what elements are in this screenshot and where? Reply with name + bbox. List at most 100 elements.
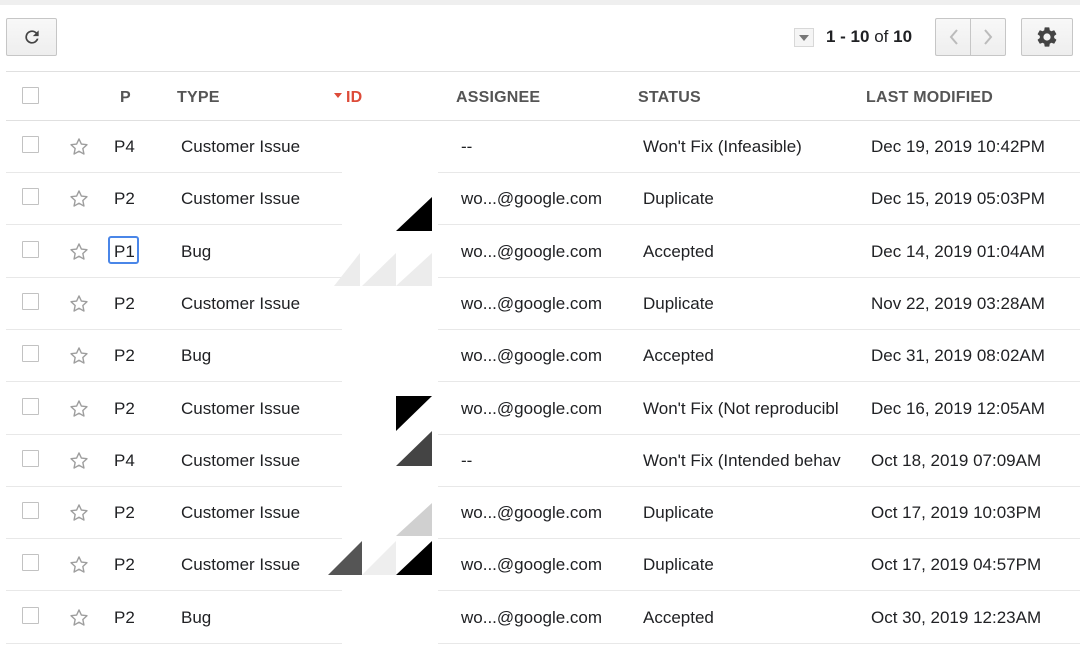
row-checkbox[interactable]: [22, 554, 39, 572]
status-cell[interactable]: Duplicate: [643, 189, 855, 209]
type-cell[interactable]: Bug: [181, 346, 211, 366]
caret-down-icon: [799, 34, 809, 41]
assignee-cell[interactable]: wo...@google.com: [461, 294, 602, 314]
priority-cell[interactable]: P2: [114, 346, 135, 366]
status-cell[interactable]: Won't Fix (Not reproducibl: [643, 399, 855, 419]
column-header-priority[interactable]: P: [120, 89, 131, 107]
status-cell[interactable]: Accepted: [643, 242, 855, 262]
star-icon[interactable]: [68, 188, 90, 210]
table-row[interactable]: P2 Bug wo...@google.com Accepted Dec 31, 201…: [6, 330, 1080, 383]
priority-cell[interactable]: P2: [114, 555, 135, 575]
page-size-dropdown[interactable]: [794, 28, 814, 47]
assignee-cell[interactable]: --: [461, 137, 472, 157]
column-header-last-modified[interactable]: LAST MODIFIED: [866, 89, 993, 107]
column-header-type[interactable]: TYPE: [177, 89, 220, 107]
assignee-cell[interactable]: wo...@google.com: [461, 608, 602, 628]
star-icon[interactable]: [68, 136, 90, 158]
star-icon[interactable]: [68, 450, 90, 472]
refresh-button[interactable]: [6, 18, 57, 56]
table-header: P TYPE ID ASSIGNEE STATUS LAST MODIFIED: [6, 71, 1080, 121]
row-checkbox[interactable]: [22, 606, 39, 624]
type-cell[interactable]: Customer Issue: [181, 399, 300, 419]
assignee-cell[interactable]: wo...@google.com: [461, 242, 602, 262]
redaction-overlay: [328, 121, 438, 645]
status-cell[interactable]: Duplicate: [643, 294, 855, 314]
status-cell[interactable]: Duplicate: [643, 555, 855, 575]
assignee-cell[interactable]: wo...@google.com: [461, 189, 602, 209]
table-row[interactable]: P4 Customer Issue -- Won't Fix (Infeasible)…: [6, 121, 1080, 173]
priority-cell[interactable]: P4: [114, 137, 135, 157]
status-cell[interactable]: Accepted: [643, 608, 855, 628]
last-modified-cell[interactable]: Oct 30, 2019 12:23AM: [871, 608, 1041, 628]
row-checkbox[interactable]: [22, 397, 39, 415]
table-row[interactable]: P2 Customer Issue wo...@google.com Duplicat…: [6, 487, 1080, 540]
gear-icon: [1037, 27, 1057, 47]
row-checkbox[interactable]: [22, 449, 39, 467]
star-icon[interactable]: [68, 502, 90, 524]
table-row[interactable]: P2 Customer Issue wo...@google.com Duplicat…: [6, 173, 1080, 226]
last-modified-cell[interactable]: Dec 14, 2019 01:04AM: [871, 242, 1045, 262]
priority-cell[interactable]: P4: [114, 451, 135, 471]
column-header-id-label: ID: [346, 89, 363, 106]
star-icon[interactable]: [68, 554, 90, 576]
last-modified-cell[interactable]: Dec 15, 2019 05:03PM: [871, 189, 1045, 209]
last-modified-cell[interactable]: Oct 17, 2019 10:03PM: [871, 503, 1041, 523]
table-row[interactable]: P2 Customer Issue wo...@google.com Duplicat…: [6, 278, 1080, 330]
status-cell[interactable]: Duplicate: [643, 503, 855, 523]
star-icon[interactable]: [68, 241, 90, 263]
type-cell[interactable]: Bug: [181, 608, 211, 628]
status-cell[interactable]: Won't Fix (Infeasible): [643, 137, 855, 157]
table-row[interactable]: P1 Bug wo...@google.com Accepted Dec 14, 201…: [6, 226, 1080, 278]
priority-cell[interactable]: P1: [114, 242, 135, 262]
assignee-cell[interactable]: wo...@google.com: [461, 503, 602, 523]
previous-page-button[interactable]: [935, 18, 971, 56]
priority-cell[interactable]: P2: [114, 503, 135, 523]
star-icon[interactable]: [68, 607, 90, 629]
last-modified-cell[interactable]: Oct 18, 2019 07:09AM: [871, 451, 1041, 471]
assignee-cell[interactable]: wo...@google.com: [461, 555, 602, 575]
priority-cell[interactable]: P2: [114, 189, 135, 209]
status-cell[interactable]: Won't Fix (Intended behav: [643, 451, 855, 471]
settings-button[interactable]: [1021, 18, 1073, 56]
assignee-cell[interactable]: --: [461, 451, 472, 471]
row-checkbox[interactable]: [22, 136, 39, 153]
row-checkbox[interactable]: [22, 188, 39, 206]
last-modified-cell[interactable]: Dec 31, 2019 08:02AM: [871, 346, 1045, 366]
row-checkbox[interactable]: [22, 345, 39, 363]
status-cell[interactable]: Accepted: [643, 346, 855, 366]
priority-cell[interactable]: P2: [114, 399, 135, 419]
row-checkbox[interactable]: [22, 502, 39, 520]
assignee-cell[interactable]: wo...@google.com: [461, 346, 602, 366]
type-cell[interactable]: Customer Issue: [181, 137, 300, 157]
next-page-button[interactable]: [970, 18, 1006, 56]
type-cell[interactable]: Bug: [181, 242, 211, 262]
type-cell[interactable]: Customer Issue: [181, 294, 300, 314]
table-row[interactable]: P2 Customer Issue wo...@google.com Duplicat…: [6, 539, 1080, 592]
row-checkbox[interactable]: [22, 292, 39, 310]
table-row[interactable]: P2 Bug wo...@google.com Accepted Oct 30, 201…: [6, 592, 1080, 644]
priority-cell[interactable]: P2: [114, 608, 135, 628]
type-cell[interactable]: Customer Issue: [181, 451, 300, 471]
type-cell[interactable]: Customer Issue: [181, 555, 300, 575]
assignee-cell[interactable]: wo...@google.com: [461, 399, 602, 419]
type-cell[interactable]: Customer Issue: [181, 189, 300, 209]
column-header-assignee[interactable]: ASSIGNEE: [456, 89, 540, 107]
last-modified-cell[interactable]: Oct 17, 2019 04:57PM: [871, 555, 1041, 575]
pagination-of: of: [874, 27, 889, 46]
last-modified-cell[interactable]: Nov 22, 2019 03:28AM: [871, 294, 1045, 314]
column-header-status[interactable]: STATUS: [638, 89, 701, 107]
type-cell[interactable]: Customer Issue: [181, 503, 300, 523]
pagination-total: 10: [893, 27, 913, 46]
star-icon[interactable]: [68, 293, 90, 315]
chevron-right-icon: [984, 29, 993, 45]
table-row[interactable]: P4 Customer Issue -- Won't Fix (Intended be…: [6, 435, 1080, 487]
last-modified-cell[interactable]: Dec 16, 2019 12:05AM: [871, 399, 1045, 419]
table-row[interactable]: P2 Customer Issue wo...@google.com Won't Fi…: [6, 383, 1080, 435]
last-modified-cell[interactable]: Dec 19, 2019 10:42PM: [871, 137, 1045, 157]
select-all-checkbox[interactable]: [22, 87, 39, 104]
star-icon[interactable]: [68, 398, 90, 420]
column-header-id[interactable]: ID: [334, 89, 362, 107]
star-icon[interactable]: [68, 345, 90, 367]
priority-cell[interactable]: P2: [114, 294, 135, 314]
row-checkbox[interactable]: [22, 240, 39, 258]
